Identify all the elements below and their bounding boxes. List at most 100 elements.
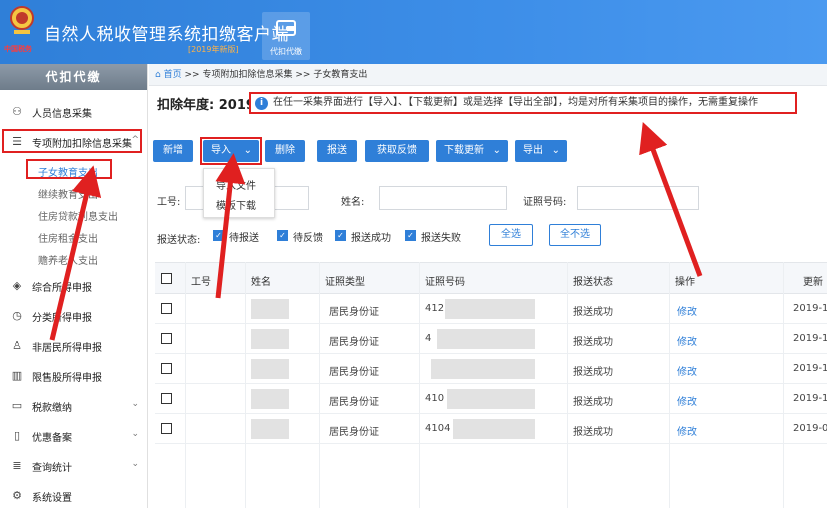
sidebar-sub-continuing-education[interactable]: 继续教育支出 [38, 186, 98, 201]
sidebar-sub-housing-rent[interactable]: 住房租金支出 [38, 230, 98, 245]
id-no-redacted [431, 359, 535, 379]
edit-link[interactable]: 修改 [677, 303, 697, 318]
column-header: 工号 [191, 277, 211, 288]
notice-text: 在任一采集界面进行【导入】、【下载更新】或是选择【导出全部】，均是对所有采集项目… [273, 97, 758, 108]
highlight-box-child-education [26, 159, 112, 179]
module-tab-label: 代扣代缴 [270, 47, 302, 56]
checkbox-label: 报送失败 [421, 233, 461, 244]
row-checkbox[interactable] [161, 303, 172, 314]
id-no-input[interactable] [577, 186, 699, 210]
column-header: 更新 [803, 277, 823, 288]
sidebar-item-person-info[interactable]: ⚇ 人员信息采集 [0, 100, 147, 124]
get-feedback-button[interactable]: 获取反馈 [365, 140, 429, 162]
id-type-cell: 居民身份证 [329, 307, 379, 318]
checkbox-pending-submit[interactable]: ✓ [213, 230, 224, 241]
table-row[interactable]: 居民身份证 报送成功 修改 2019-1 [155, 354, 827, 384]
checkbox-label: 报送成功 [351, 233, 391, 244]
data-table: 工号 姓名 证照类型 证照号码 报送状态 操作 更新 居民身份证 412 报送成… [155, 262, 827, 508]
name-cell-redacted [251, 299, 289, 319]
updated-cell: 2019-0 [793, 423, 827, 434]
app-title: 自然人税收管理系统扣缴客户端 [44, 25, 289, 45]
checkbox-submit-failed[interactable]: ✓ [405, 230, 416, 241]
sidebar: 代扣代缴 ⚇ 人员信息采集 ☰ 专项附加扣除信息采集 ^ 子女教育支出 继续教育… [0, 64, 148, 508]
module-tab-withholding[interactable]: 代扣代缴 [262, 12, 310, 60]
edit-link[interactable]: 修改 [677, 363, 697, 378]
name-cell-redacted [251, 389, 289, 409]
export-button[interactable]: 导出 ⌄ [515, 140, 567, 162]
name-cell-redacted [251, 419, 289, 439]
wallet-icon [276, 20, 296, 36]
table-row[interactable]: 居民身份证 4 报送成功 修改 2019-1 [155, 324, 827, 354]
row-checkbox[interactable] [161, 393, 172, 404]
checkbox-pending-feedback[interactable]: ✓ [277, 230, 288, 241]
sidebar-heading: 代扣代缴 [0, 64, 147, 90]
delete-button[interactable]: 删除 [265, 140, 305, 162]
checkbox-submit-success[interactable]: ✓ [335, 230, 346, 241]
sidebar-item-system-settings[interactable]: ⚙ 系统设置 [0, 484, 147, 508]
download-update-button[interactable]: 下载更新 ⌄ [436, 140, 508, 162]
highlight-box-import [200, 137, 262, 165]
breadcrumb-section[interactable]: 专项附加扣除信息采集 [202, 70, 292, 80]
edit-link[interactable]: 修改 [677, 393, 697, 408]
breadcrumb-home[interactable]: 首页 [164, 70, 182, 80]
status-cell: 报送成功 [573, 337, 613, 348]
menu-item-import-file[interactable]: 导入文件 [216, 177, 256, 192]
table-row[interactable]: 居民身份证 4104 报送成功 修改 2019-0 [155, 414, 827, 444]
sidebar-item-classified-income[interactable]: ◷ 分类所得申报 [0, 304, 147, 328]
menu-item-template-download[interactable]: 模板下载 [216, 197, 256, 212]
layers-icon: ◈ [12, 279, 22, 292]
filter-row-2: 报送状态: ✓ 待报送 ✓ 待反馈 ✓ 报送成功 ✓ 报送失败 全选 全不选 [149, 224, 827, 250]
sidebar-item-label: 人员信息采集 [32, 109, 92, 120]
edit-link[interactable]: 修改 [677, 423, 697, 438]
updated-cell: 2019-1 [793, 333, 827, 344]
chevron-down-icon: ⌄ [131, 399, 139, 409]
chevron-down-icon: ⌄ [551, 145, 560, 156]
name-label: 姓名: [341, 197, 365, 208]
sidebar-item-comprehensive-income[interactable]: ◈ 综合所得申报 [0, 274, 147, 298]
sidebar-item-tax-payment[interactable]: ▭ 税款缴纳 ⌄ [0, 394, 147, 418]
select-none-button[interactable]: 全不选 [549, 224, 601, 246]
sidebar-item-query-stats[interactable]: ≣ 查询统计 ⌄ [0, 454, 147, 478]
edit-link[interactable]: 修改 [677, 333, 697, 348]
export-label: 导出 [523, 145, 543, 156]
sidebar-sub-housing-loan[interactable]: 住房贷款利息支出 [38, 208, 118, 223]
header-checkbox[interactable] [161, 273, 172, 284]
updated-cell: 2019-1 [793, 303, 827, 314]
sidebar-item-preferential-filing[interactable]: ▯ 优惠备案 ⌄ [0, 424, 147, 448]
breadcrumb: ⌂ 首页 >> 专项附加扣除信息采集 >> 子女教育支出 [149, 64, 827, 86]
sidebar-item-label: 限售股所得申报 [32, 373, 102, 384]
name-cell-redacted [251, 359, 289, 379]
select-all-button[interactable]: 全选 [489, 224, 533, 246]
table-row[interactable]: 居民身份证 410 报送成功 修改 2019-1 [155, 384, 827, 414]
row-checkbox[interactable] [161, 333, 172, 344]
sidebar-item-label: 分类所得申报 [32, 313, 92, 324]
home-icon[interactable]: ⌂ [155, 70, 161, 80]
sidebar-item-non-resident[interactable]: ♙ 非居民所得申报 [0, 334, 147, 358]
checkbox-label: 待反馈 [293, 233, 323, 244]
id-no-cell: 4104 [425, 423, 451, 434]
chevron-down-icon: ⌄ [131, 459, 139, 469]
sidebar-sub-elderly-support[interactable]: 赡养老人支出 [38, 252, 98, 267]
row-checkbox[interactable] [161, 363, 172, 374]
person-outline-icon: ♙ [12, 339, 22, 352]
id-no-cell: 410 [425, 393, 445, 404]
highlight-box-special-deduction [2, 129, 142, 153]
status-cell: 报送成功 [573, 427, 613, 438]
tax-emblem-icon [10, 6, 34, 34]
query-icon: ≣ [12, 459, 22, 472]
folder-icon: ▭ [11, 399, 23, 412]
column-header: 报送状态 [573, 277, 613, 288]
breadcrumb-separator: >> [295, 70, 311, 80]
id-no-cell: 412 [425, 303, 445, 314]
sidebar-item-restricted-shares[interactable]: ▥ 限售股所得申报 [0, 364, 147, 388]
name-input[interactable] [379, 186, 507, 210]
download-label: 下载更新 [444, 145, 484, 156]
table-row[interactable]: 居民身份证 412 报送成功 修改 2019-1 [155, 294, 827, 324]
clock-icon: ◷ [12, 309, 22, 322]
year-bar: 扣除年度: 2019 i 在任一采集界面进行【导入】、【下载更新】或是选择【导出… [149, 86, 827, 120]
sidebar-item-label: 系统设置 [32, 493, 72, 504]
submit-button[interactable]: 报送 [317, 140, 357, 162]
add-button[interactable]: 新增 [153, 140, 193, 162]
id-type-cell: 居民身份证 [329, 337, 379, 348]
row-checkbox[interactable] [161, 423, 172, 434]
